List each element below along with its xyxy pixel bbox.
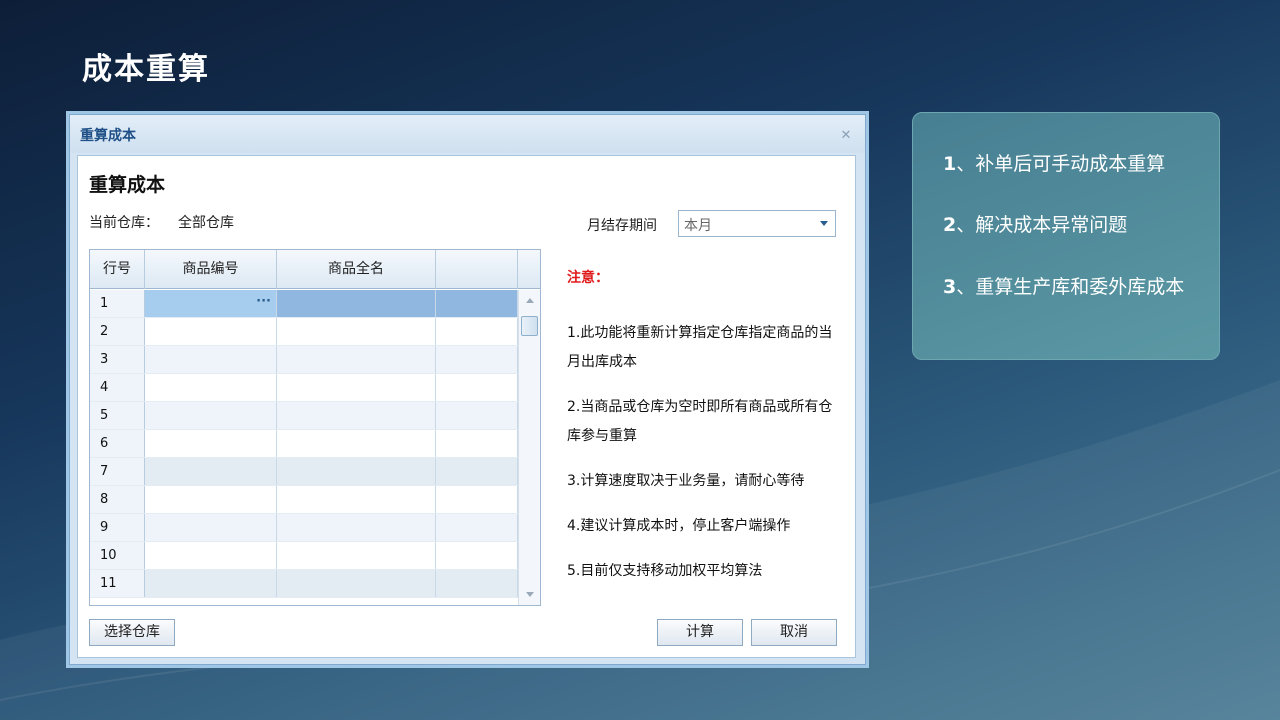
note-item: 2.当商品或仓库为空时即所有商品或所有仓库参与重算 [567, 399, 833, 444]
product-name-cell[interactable] [277, 402, 436, 429]
info-item-number: 1 [943, 153, 957, 175]
row-number-cell: 3 [90, 346, 145, 373]
calculate-button[interactable]: 计算 [657, 619, 743, 646]
column-header-product-code[interactable]: 商品编号 [145, 250, 277, 289]
table-row[interactable]: 1 ··· [90, 290, 518, 318]
extra-cell[interactable] [436, 542, 518, 569]
info-item: 1、补单后可手动成本重算 [943, 149, 1165, 176]
table-row[interactable]: 9 [90, 514, 518, 542]
period-select-value: 本月 [684, 218, 712, 234]
product-name-cell[interactable] [277, 486, 436, 513]
extra-cell[interactable] [436, 402, 518, 429]
extra-cell[interactable] [436, 458, 518, 485]
product-code-cell[interactable]: ··· [145, 290, 277, 317]
info-item: 3、重算生产库和委外库成本 [943, 272, 1184, 299]
extra-cell[interactable] [436, 514, 518, 541]
warehouse-value: 全部仓库 [178, 215, 234, 231]
product-name-cell[interactable] [277, 570, 436, 597]
grid-scrollbar[interactable] [518, 290, 540, 605]
product-code-cell[interactable] [145, 542, 277, 569]
info-item-text: 、解决成本异常问题 [956, 214, 1128, 236]
select-warehouse-button[interactable]: 选择仓库 [89, 619, 175, 646]
ellipsis-icon[interactable]: ··· [256, 288, 271, 315]
cancel-button[interactable]: 取消 [751, 619, 837, 646]
recalc-cost-dialog: 重算成本 ✕ 重算成本 当前仓库： 全部仓库 月结存期间 本月 行号 商品编号 … [69, 114, 866, 665]
note-item: 5.目前仅支持移动加权平均算法 [567, 563, 763, 579]
product-name-cell[interactable] [277, 458, 436, 485]
scroll-down-icon[interactable] [526, 592, 534, 597]
product-name-cell[interactable] [277, 430, 436, 457]
product-code-cell[interactable] [145, 458, 277, 485]
table-row[interactable]: 5 [90, 402, 518, 430]
row-number-cell: 11 [90, 570, 145, 597]
extra-cell[interactable] [436, 430, 518, 457]
table-row[interactable]: 2 [90, 318, 518, 346]
dialog-body: 重算成本 当前仓库： 全部仓库 月结存期间 本月 行号 商品编号 商品全名 1 … [77, 155, 856, 658]
period-label: 月结存期间 [587, 218, 657, 234]
product-name-cell[interactable] [277, 374, 436, 401]
product-name-cell[interactable] [277, 514, 436, 541]
note-item: 1.此功能将重新计算指定仓库指定商品的当月出库成本 [567, 325, 833, 370]
row-number-cell: 1 [90, 290, 145, 317]
table-row[interactable]: 8 [90, 486, 518, 514]
table-row[interactable]: 11 [90, 570, 518, 598]
product-code-cell[interactable] [145, 514, 277, 541]
extra-cell[interactable] [436, 570, 518, 597]
row-number-cell: 2 [90, 318, 145, 345]
column-header-row-number[interactable]: 行号 [90, 250, 145, 289]
note-item: 3.计算速度取决于业务量，请耐心等待 [567, 473, 805, 489]
extra-cell[interactable] [436, 486, 518, 513]
warehouse-label: 当前仓库： [89, 215, 159, 231]
product-name-cell[interactable] [277, 318, 436, 345]
product-code-cell[interactable] [145, 430, 277, 457]
slide-title: 成本重算 [82, 52, 210, 87]
product-name-cell[interactable] [277, 542, 436, 569]
row-number-cell: 6 [90, 430, 145, 457]
product-code-cell[interactable] [145, 486, 277, 513]
extra-cell[interactable] [436, 346, 518, 373]
row-number-cell: 7 [90, 458, 145, 485]
table-row[interactable]: 7 [90, 458, 518, 486]
table-row[interactable]: 3 [90, 346, 518, 374]
grid-header: 行号 商品编号 商品全名 [90, 250, 540, 289]
period-select[interactable]: 本月 [678, 210, 836, 237]
scroll-up-icon[interactable] [526, 298, 534, 303]
product-code-cell[interactable] [145, 318, 277, 345]
feature-info-panel: 1、补单后可手动成本重算 2、解决成本异常问题 3、重算生产库和委外库成本 [912, 112, 1220, 360]
product-code-cell[interactable] [145, 374, 277, 401]
product-code-cell[interactable] [145, 570, 277, 597]
extra-cell[interactable] [436, 318, 518, 345]
product-name-cell[interactable] [277, 290, 436, 317]
row-number-cell: 8 [90, 486, 145, 513]
info-item-text: 、补单后可手动成本重算 [956, 153, 1166, 175]
scrollbar-thumb[interactable] [521, 316, 538, 336]
close-icon[interactable]: ✕ [839, 129, 853, 143]
extra-cell[interactable] [436, 290, 518, 317]
info-item: 2、解决成本异常问题 [943, 210, 1127, 237]
note-item: 4.建议计算成本时，停止客户端操作 [567, 518, 791, 534]
extra-cell[interactable] [436, 374, 518, 401]
product-code-cell[interactable] [145, 346, 277, 373]
row-number-cell: 5 [90, 402, 145, 429]
info-item-number: 3 [943, 276, 957, 298]
dialog-title: 重算成本 [80, 128, 136, 144]
row-number-cell: 9 [90, 514, 145, 541]
info-item-text: 、重算生产库和委外库成本 [956, 276, 1185, 298]
row-number-cell: 4 [90, 374, 145, 401]
dialog-titlebar[interactable]: 重算成本 ✕ [70, 115, 865, 153]
table-row[interactable]: 10 [90, 542, 518, 570]
product-name-cell[interactable] [277, 346, 436, 373]
column-header-extra[interactable] [436, 250, 518, 289]
info-item-number: 2 [943, 214, 957, 236]
chevron-down-icon[interactable] [820, 221, 828, 226]
product-code-cell[interactable] [145, 402, 277, 429]
product-grid: 行号 商品编号 商品全名 1 ··· 2 3 4 5 6 7 8 9 10 11 [89, 249, 541, 606]
table-row[interactable]: 4 [90, 374, 518, 402]
column-header-product-name[interactable]: 商品全名 [277, 250, 436, 289]
table-row[interactable]: 6 [90, 430, 518, 458]
dialog-heading: 重算成本 [89, 174, 166, 196]
notes-title: 注意： [567, 270, 609, 286]
row-number-cell: 10 [90, 542, 145, 569]
